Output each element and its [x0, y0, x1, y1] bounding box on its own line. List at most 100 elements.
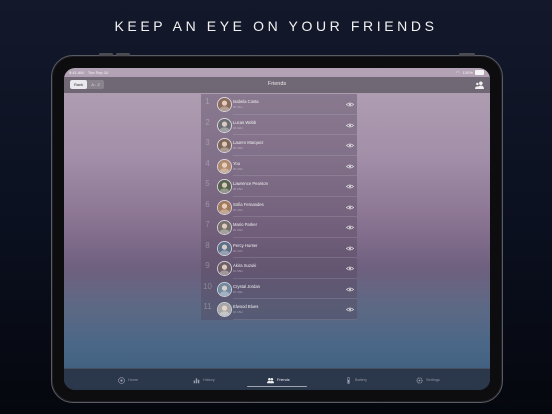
friend-subtitle: 4h 31m	[233, 105, 244, 109]
friend-name: Elwood Blues	[233, 304, 259, 309]
eye-icon[interactable]	[346, 205, 354, 210]
avatar-person-icon	[218, 282, 231, 296]
friends-icon	[267, 377, 274, 383]
battery-percent: 100%	[462, 70, 473, 75]
friends-list: 1 Isabela Costa 4h 31m 2 Lucas Webb 4h 02m 3 La…	[201, 94, 357, 320]
eye-icon[interactable]	[346, 184, 354, 189]
avatar-person-icon	[218, 180, 231, 193]
friend-row[interactable]: 6 Sofia Fernandes 2h 44m	[201, 197, 357, 217]
friend-row[interactable]: 9 Akira Suzuki 1h 58m	[201, 258, 357, 278]
settings-icon	[416, 376, 423, 384]
status-time: 9:41 AM	[69, 70, 84, 75]
row-divider	[233, 318, 357, 319]
avatar-person-icon	[218, 262, 231, 275]
tab-friends[interactable]: Friends	[267, 376, 290, 384]
app-screen: 9:41 AM Tue Sep 10 ◠ 100% Rank A - Z Fri…	[64, 68, 490, 390]
eye-icon[interactable]	[346, 266, 354, 271]
friend-name: You	[233, 160, 241, 166]
friend-name: Sofia Fernandes	[233, 201, 264, 207]
tab-settings[interactable]: Settings	[416, 376, 440, 384]
friend-row[interactable]: 8 Percy Hunter 2h 12m	[201, 238, 357, 258]
friend-name: Lauren Marquez	[233, 140, 264, 145]
friend-row[interactable]: 1 Isabela Costa 4h 31m	[201, 94, 357, 114]
friend-subtitle: 2h 12m	[233, 248, 244, 253]
friend-rank: 2	[205, 117, 210, 127]
eye-icon[interactable]	[346, 102, 354, 107]
tab-settings-label: Settings	[426, 378, 440, 382]
add-friend-icon[interactable]	[475, 81, 484, 89]
avatar-person-icon	[218, 98, 231, 111]
friend-subtitle: 3h 48m	[233, 146, 244, 150]
battery-status-icon	[475, 70, 484, 76]
status-bar: 9:41 AM Tue Sep 10 ◠ 100%	[64, 68, 490, 77]
friend-name: Crystal Jordan	[233, 283, 260, 289]
eye-icon[interactable]	[346, 246, 354, 251]
avatar-person-icon	[218, 303, 231, 316]
friend-row[interactable]: 3 Lauren Marquez 3h 48m	[201, 135, 357, 155]
avatar	[217, 240, 232, 256]
wifi-icon: ◠	[456, 70, 460, 75]
friend-subtitle: 4h 02m	[233, 125, 244, 130]
navigation-bar: Rank A - Z Friends	[64, 77, 490, 93]
avatar	[217, 117, 232, 133]
volume-up-button	[99, 53, 113, 56]
avatar	[217, 179, 232, 194]
tab-home-label: Home	[128, 378, 139, 382]
avatar	[217, 97, 232, 112]
friend-rank: 1	[205, 97, 210, 106]
eye-icon[interactable]	[346, 225, 354, 230]
friend-name: Isabela Costa	[233, 99, 259, 104]
friend-rank: 3	[205, 138, 210, 147]
eye-icon[interactable]	[346, 143, 354, 148]
eye-icon[interactable]	[346, 307, 354, 312]
friend-subtitle: 2h 44m	[233, 207, 244, 212]
friend-row[interactable]: 7 Mario Parker 2h 30m	[201, 217, 357, 237]
friend-subtitle: 1h 15m	[233, 310, 244, 314]
friend-row[interactable]: 11 Elwood Blues 1h 15m	[201, 299, 357, 319]
status-date: Tue Sep 10	[87, 70, 109, 75]
friend-subtitle: 2h 30m	[233, 228, 244, 232]
friend-name: Percy Hunter	[233, 242, 258, 248]
tab-battery[interactable]: Battery	[345, 376, 367, 384]
friend-name: Akira Suzuki	[233, 263, 257, 268]
eye-icon[interactable]	[346, 164, 354, 169]
tab-history[interactable]: History	[193, 376, 215, 384]
friend-rank: 4	[205, 158, 210, 168]
tab-home[interactable]: Home	[118, 376, 138, 384]
avatar	[217, 199, 232, 215]
avatar	[217, 281, 232, 297]
avatar	[217, 220, 232, 235]
marketing-headline: KEEP AN EYE ON YOUR FRIENDS	[114, 18, 438, 34]
nav-title: Friends	[267, 81, 287, 87]
avatar-person-icon	[218, 159, 231, 173]
friend-rank: 8	[205, 240, 210, 250]
power-button	[459, 53, 475, 56]
friend-rank: 7	[205, 220, 210, 229]
avatar-person-icon	[218, 241, 231, 255]
friend-rank: 6	[205, 199, 210, 209]
tab-bar: Home History Friends Battery Settings	[64, 368, 490, 390]
tab-friends-label: Friends	[277, 378, 290, 382]
friend-row[interactable]: 5 Lawrence Pearson 3h 05m	[201, 176, 357, 196]
friend-subtitle: 3h 20m	[233, 166, 244, 171]
avatar-person-icon	[218, 139, 231, 152]
friend-subtitle: 1h 40m	[233, 289, 244, 294]
avatar-person-icon	[218, 118, 231, 132]
friend-row[interactable]: 2 Lucas Webb 4h 02m	[201, 115, 357, 135]
friend-row[interactable]: 4 You 3h 20m	[201, 156, 357, 176]
friend-rank: 9	[205, 261, 210, 270]
history-icon	[193, 377, 200, 383]
friend-subtitle: 3h 05m	[233, 187, 244, 191]
eye-icon[interactable]	[346, 287, 354, 292]
avatar	[217, 261, 232, 276]
friend-name: Lawrence Pearson	[233, 181, 268, 186]
home-indicator	[247, 385, 307, 387]
friend-subtitle: 1h 58m	[233, 269, 244, 273]
tab-battery-label: Battery	[355, 378, 368, 382]
friend-name: Lucas Webb	[233, 119, 257, 125]
avatar	[217, 138, 232, 153]
ipad-frame: 9:41 AM Tue Sep 10 ◠ 100% Rank A - Z Fri…	[51, 53, 503, 403]
friend-rank: 11	[203, 302, 212, 311]
friend-row[interactable]: 10 Crystal Jordan 1h 40m	[201, 279, 357, 299]
eye-icon[interactable]	[346, 123, 354, 128]
